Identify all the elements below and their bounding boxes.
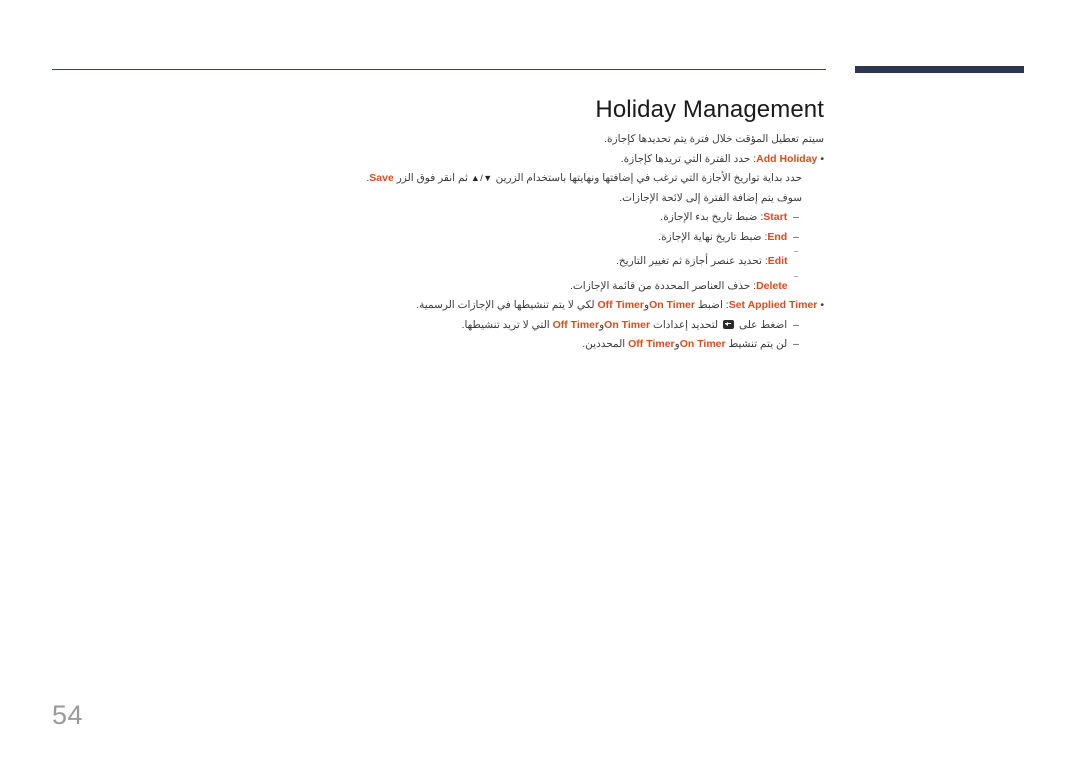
dash-marker: – [793, 338, 799, 350]
save-text-middle: ثم انقر فوق الزر [396, 172, 468, 184]
bullet-marker: • [820, 299, 824, 311]
keyword-off-timer: Off Timer [552, 318, 600, 331]
end-description: : ضبط تاريخ نهاية الإجازة. [658, 230, 768, 243]
save-text-before: حدد بداية تواريخ الأجازة التي ترغب في إض… [495, 172, 802, 184]
updown-arrows-icon: ▲/▼ [470, 173, 493, 183]
dash-marker: – [793, 211, 799, 223]
dash-marker-high: ‾ [794, 250, 799, 262]
add-holiday-description: : حدد الفترة التي تريدها كإجازة. [620, 152, 757, 165]
dash-marker-high: ‾ [794, 274, 799, 287]
set-applied-timer-tail: لكي لا يتم تنشيطها في الإجازات الرسمية. [416, 299, 595, 311]
list-item-not-activated: – لن يتم تنشيط On TimerوOff Timer المحدد… [252, 335, 824, 355]
start-description: : ضبط تاريخ بدء الإجازة. [660, 211, 764, 223]
keyword-edit: Edit [767, 255, 788, 267]
not-activated-end: المحددين. [582, 338, 626, 350]
keyword-off-timer: Off Timer [628, 338, 675, 350]
not-activated-before: لن يتم تنشيط [728, 338, 788, 350]
intro-paragraph: سيتم تعطيل المؤقت خلال فترة يتم تحديدها … [252, 130, 824, 150]
list-item-add-holiday: • Add Holiday: حدد الفترة التي تريدها كإ… [252, 150, 824, 170]
bullet-marker: • [820, 152, 824, 165]
list-item-edit: ‾ Edit: تحديد عنصر أجازة ثم تغيير التاري… [252, 247, 824, 272]
enter-key-icon [723, 319, 735, 329]
keyword-save: Save [369, 172, 394, 184]
set-applied-timer-text: : اضبط [697, 299, 729, 311]
list-item-start: – Start: ضبط تاريخ بدء الإجازة. [252, 208, 824, 228]
keyword-off-timer: Off Timer [597, 299, 644, 311]
dash-marker: – [793, 318, 799, 331]
keyword-set-applied-timer: Set Applied Timer [728, 299, 818, 311]
keyword-on-timer: On Timer [679, 338, 726, 350]
dash-marker: – [793, 230, 799, 243]
added-note-text: سوف يتم إضافة الفترة إلى لائحة الإجازات. [619, 191, 802, 204]
header-rule-thin [52, 69, 826, 70]
list-item-added-note: سوف يتم إضافة الفترة إلى لائحة الإجازات. [252, 189, 824, 209]
keyword-on-timer: On Timer [604, 318, 651, 331]
delete-description: : حذف العناصر المحددة من قائمة الإجازات. [570, 279, 757, 292]
list-item-press-enter: – اضغط على لتحديد إعدادات On TimerوOff T… [252, 316, 824, 336]
intro-text: سيتم تعطيل المؤقت خلال فترة يتم تحديدها … [604, 133, 824, 145]
document-page: Holiday Management سيتم تعطيل المؤقت خلا… [0, 0, 1080, 763]
keyword-on-timer: On Timer [649, 299, 695, 311]
keyword-add-holiday: Add Holiday [756, 152, 818, 165]
keyword-delete: Delete [756, 279, 788, 292]
edit-description: : تحديد عنصر أجازة ثم تغيير التاريخ. [615, 255, 768, 267]
list-item-end: – End: ضبط تاريخ نهاية الإجازة. [252, 228, 824, 248]
page-number: 54 [52, 700, 84, 730]
press-text-end: التي لا تريد تنشيطها. [461, 318, 550, 331]
list-item-set-applied-timer: • Set Applied Timer: اضبط On TimerوOff T… [252, 296, 824, 316]
header-bar-thick [855, 66, 1024, 73]
press-text-middle: لتحديد إعدادات [653, 318, 719, 331]
page-title: Holiday Management [595, 96, 824, 123]
body-content: سيتم تعطيل المؤقت خلال فترة يتم تحديدها … [252, 130, 824, 355]
list-item-delete: ‾ Delete: حذف العناصر المحددة من قائمة ا… [252, 272, 824, 297]
keyword-end: End [767, 230, 788, 243]
list-item-save-instruction: حدد بداية تواريخ الأجازة التي ترغب في إض… [252, 169, 824, 189]
press-text-before: اضغط على [738, 318, 788, 331]
keyword-start: Start [763, 211, 788, 223]
